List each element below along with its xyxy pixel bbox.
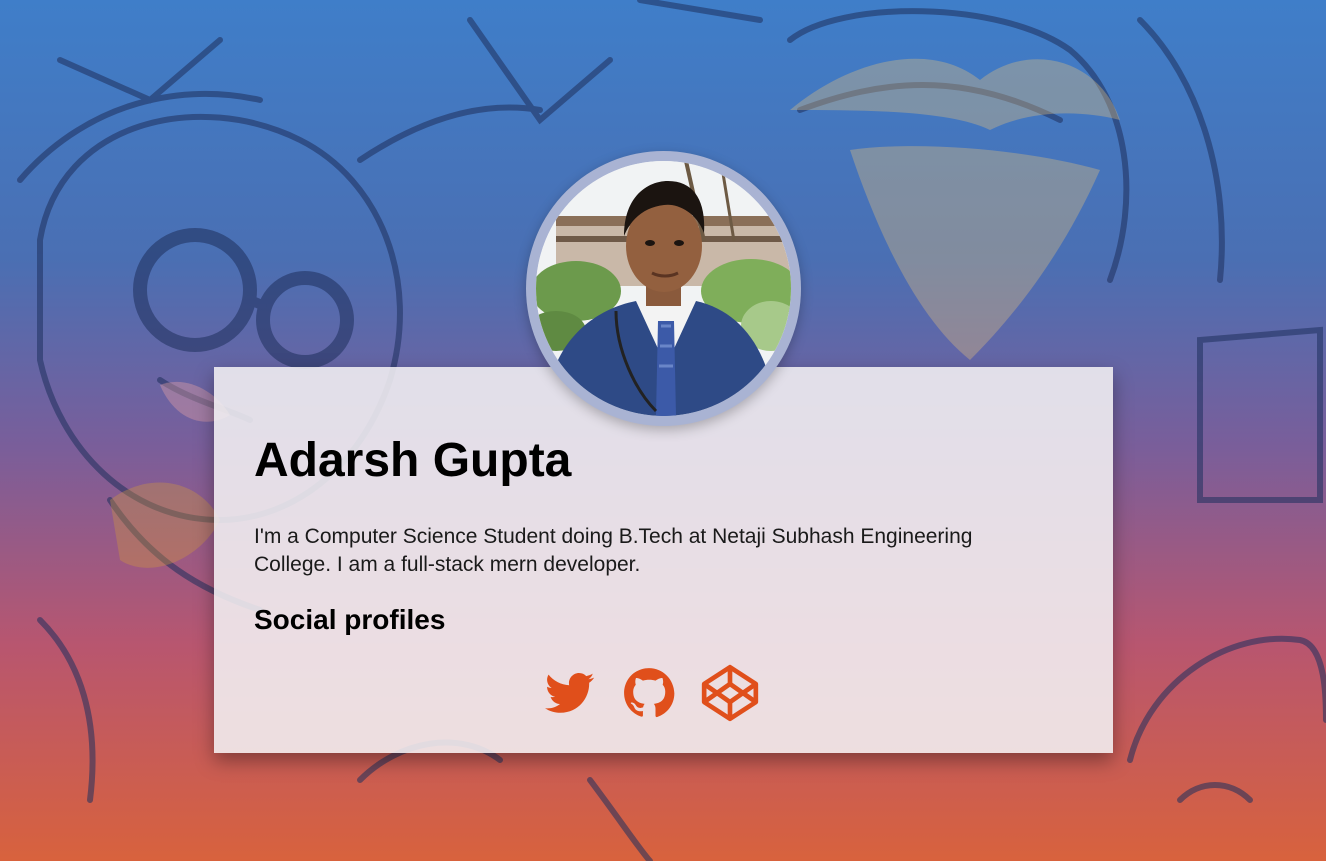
twitter-link[interactable] — [541, 662, 599, 723]
avatar-photo-icon — [536, 161, 791, 416]
codepen-icon — [701, 664, 759, 722]
twitter-icon — [545, 673, 595, 713]
github-icon — [624, 668, 675, 718]
codepen-link[interactable] — [699, 662, 761, 729]
social-profiles-heading: Social profiles — [254, 604, 446, 635]
github-link[interactable] — [623, 662, 675, 724]
avatar — [536, 161, 791, 416]
profile-name: Adarsh Gupta — [254, 434, 572, 487]
profile-bio: I'm a Computer Science Student doing B.T… — [254, 525, 973, 576]
